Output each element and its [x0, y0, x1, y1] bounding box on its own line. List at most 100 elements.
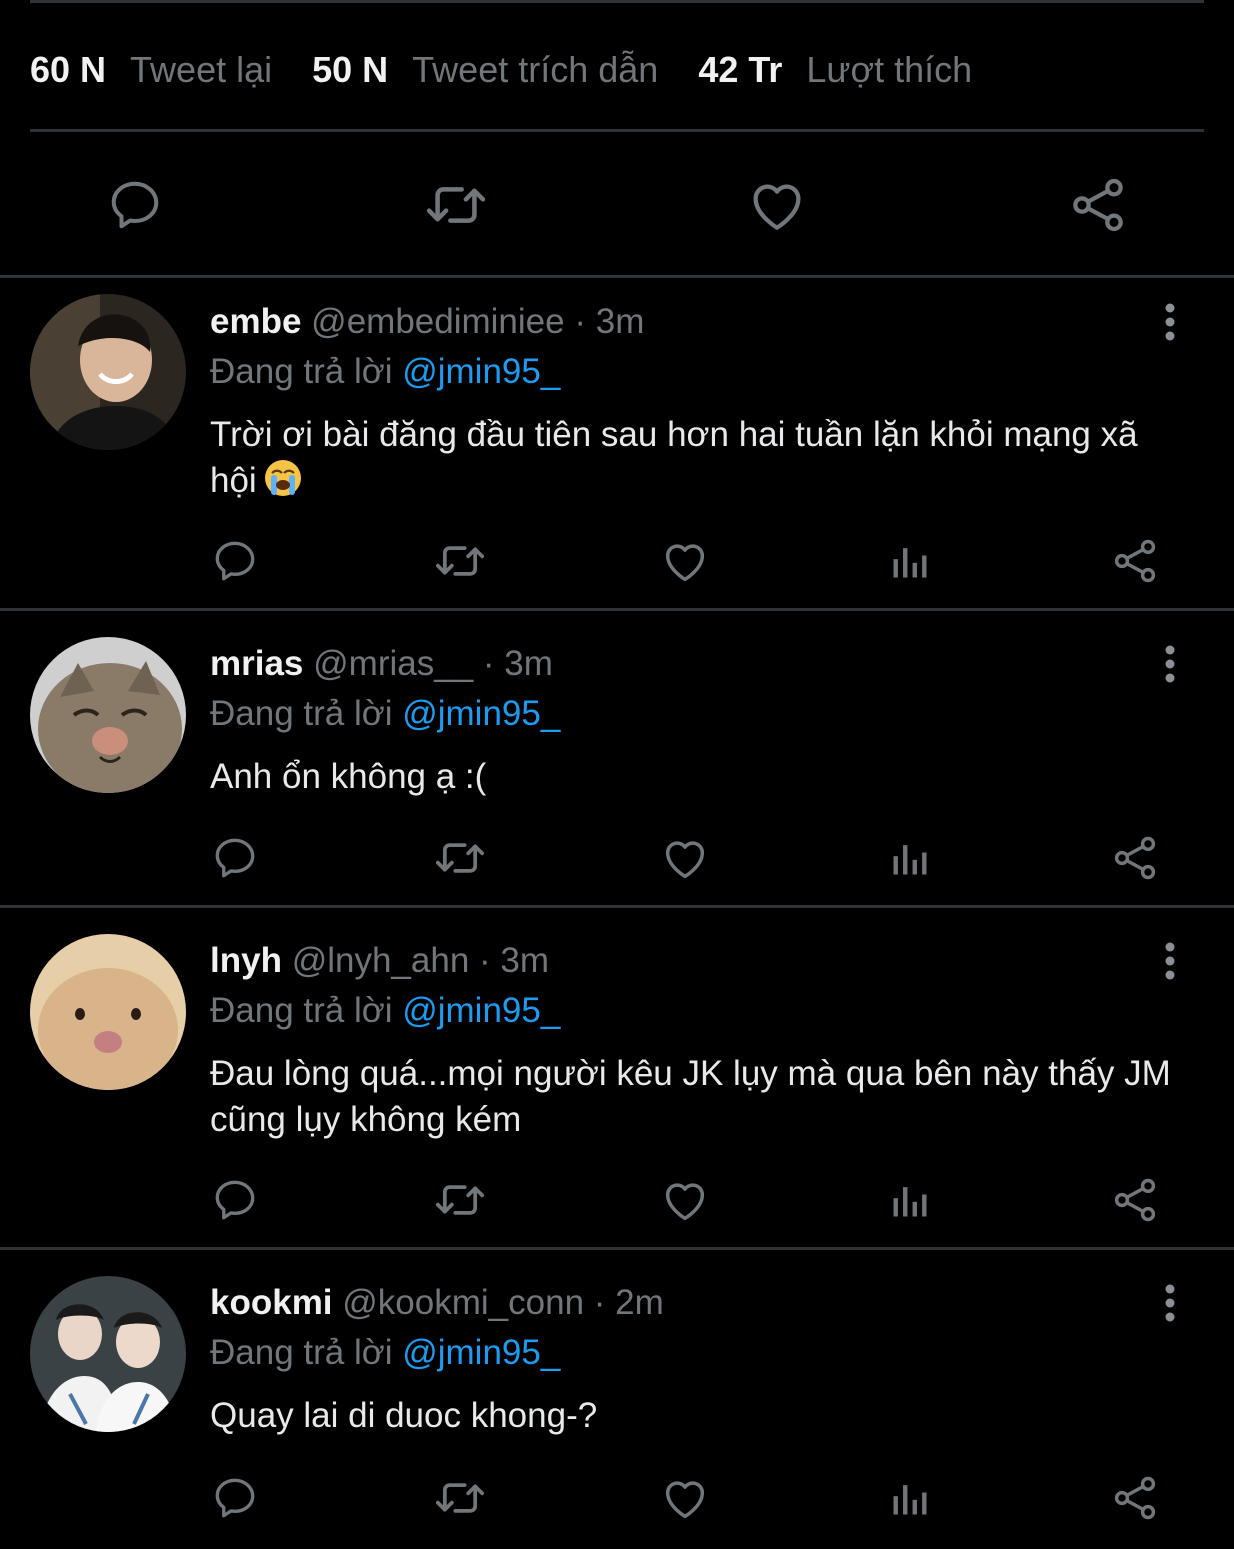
tweet-stats: 60 N Tweet lại 50 N Tweet trích dẫn 42 T… — [30, 42, 1012, 98]
quote-tweets-label[interactable]: Tweet trích dẫn — [412, 49, 658, 91]
mention-link[interactable]: @jmin95_ — [402, 352, 560, 391]
share-icon — [1114, 1178, 1156, 1222]
retweet-button[interactable] — [432, 1470, 488, 1526]
main-reply-button[interactable] — [95, 165, 175, 245]
loudly-crying-face-icon — [263, 458, 303, 510]
main-like-button[interactable] — [737, 165, 817, 245]
display-name[interactable]: embe — [210, 302, 301, 341]
retweet-button[interactable] — [432, 830, 488, 886]
avatar[interactable] — [30, 637, 186, 793]
reply-tweet[interactable]: lnyh @lnyh_ahn · 3m Đang trả lời @jmin95… — [0, 908, 1234, 1247]
reply-button[interactable] — [207, 1172, 263, 1228]
like-button[interactable] — [657, 1172, 713, 1228]
replying-label: Đang trả lời — [210, 352, 393, 391]
reply-button[interactable] — [207, 1470, 263, 1526]
like-icon — [665, 1481, 705, 1519]
retweet-button[interactable] — [432, 533, 488, 589]
likes-label[interactable]: Lượt thích — [806, 49, 972, 91]
separator-dot: · — [574, 302, 586, 341]
reply-action-bar — [0, 533, 1234, 589]
display-name[interactable]: kookmi — [210, 1283, 333, 1322]
main-retweet-button[interactable] — [416, 165, 496, 245]
share-icon — [1114, 1476, 1156, 1520]
comment-icon — [111, 181, 159, 229]
handle[interactable]: @kookmi_conn — [342, 1283, 584, 1322]
reply-header: lnyh @lnyh_ahn · 3m — [210, 939, 549, 983]
share-button[interactable] — [1107, 1470, 1163, 1526]
analytics-button[interactable] — [882, 1470, 938, 1526]
reply-icon — [215, 1478, 255, 1518]
share-button[interactable] — [1107, 533, 1163, 589]
like-icon — [665, 544, 705, 582]
top-divider — [30, 0, 1204, 3]
reply-text: Quay lai di duoc khong-? — [210, 1393, 1190, 1439]
retweets-count[interactable]: 60 N — [30, 49, 106, 91]
more-options-button[interactable] — [1148, 300, 1192, 344]
more-options-button[interactable] — [1148, 1281, 1192, 1325]
avatar[interactable] — [30, 934, 186, 1090]
timestamp[interactable]: 3m — [596, 302, 645, 341]
quote-tweets-count[interactable]: 50 N — [312, 49, 388, 91]
timestamp[interactable]: 2m — [615, 1283, 664, 1322]
share-button[interactable] — [1107, 830, 1163, 886]
main-share-button[interactable] — [1058, 165, 1138, 245]
reply-tweet[interactable]: embe @embediminiee · 3m Đang trả lời @jm… — [0, 278, 1234, 608]
like-button[interactable] — [657, 830, 713, 886]
handle[interactable]: @lnyh_ahn — [292, 941, 470, 980]
reply-text-content: Quay lai di duoc khong-? — [210, 1396, 598, 1435]
timestamp[interactable]: 3m — [500, 941, 549, 980]
replying-to: Đang trả lời @jmin95_ — [210, 1331, 560, 1375]
heart-icon — [753, 184, 801, 230]
analytics-button[interactable] — [882, 1172, 938, 1228]
retweet-icon — [435, 1185, 485, 1215]
avatar[interactable] — [30, 294, 186, 450]
replying-to: Đang trả lời @jmin95_ — [210, 350, 560, 394]
more-options-button[interactable] — [1148, 642, 1192, 686]
display-name[interactable]: mrias — [210, 644, 303, 683]
mention-link[interactable]: @jmin95_ — [402, 1333, 560, 1372]
share-icon — [1114, 836, 1156, 880]
like-button[interactable] — [657, 1470, 713, 1526]
separator-dot: · — [482, 644, 495, 683]
separator-dot: · — [593, 1283, 606, 1322]
replying-to: Đang trả lời @jmin95_ — [210, 692, 560, 736]
more-vertical-icon — [1165, 1284, 1175, 1322]
handle[interactable]: @embediminiee — [311, 302, 564, 341]
stats-divider — [30, 129, 1204, 132]
reply-button[interactable] — [207, 830, 263, 886]
more-options-button[interactable] — [1148, 939, 1192, 983]
display-name[interactable]: lnyh — [210, 941, 282, 980]
reply-tweet[interactable]: kookmi @kookmi_conn · 2m Đang trả lời @j… — [0, 1250, 1234, 1546]
replying-label: Đang trả lời — [210, 694, 393, 733]
like-icon — [665, 841, 705, 879]
reply-button[interactable] — [207, 533, 263, 589]
mention-link[interactable]: @jmin95_ — [402, 991, 560, 1030]
avatar[interactable] — [30, 1276, 186, 1432]
share-icon — [1073, 178, 1123, 232]
reply-tweet[interactable]: mrias @mrias__ · 3m Đang trả lời @jmin95… — [0, 611, 1234, 905]
mention-link[interactable]: @jmin95_ — [402, 694, 560, 733]
analytics-icon — [893, 548, 927, 578]
analytics-button[interactable] — [882, 830, 938, 886]
share-button[interactable] — [1107, 1172, 1163, 1228]
retweet-button[interactable] — [432, 1172, 488, 1228]
timestamp[interactable]: 3m — [504, 644, 553, 683]
like-icon — [665, 1183, 705, 1221]
handle[interactable]: @mrias__ — [313, 644, 473, 683]
tweet-action-bar — [0, 165, 1234, 245]
more-vertical-icon — [1165, 942, 1175, 980]
reply-text: Trời ơi bài đăng đầu tiên sau hơn hai tu… — [210, 412, 1190, 510]
separator-dot: · — [479, 941, 491, 980]
reply-text-content: Trời ơi bài đăng đầu tiên sau hơn hai tu… — [210, 415, 1138, 500]
reply-text-content: Đau lòng quá...mọi người kêu JK lụy mà q… — [210, 1054, 1171, 1139]
reply-header: kookmi @kookmi_conn · 2m — [210, 1281, 664, 1325]
reply-action-bar — [0, 1172, 1234, 1228]
share-icon — [1114, 539, 1156, 583]
reply-icon — [215, 838, 255, 878]
analytics-button[interactable] — [882, 533, 938, 589]
retweets-label[interactable]: Tweet lại — [130, 49, 272, 91]
analytics-icon — [893, 1187, 927, 1217]
retweet-icon — [426, 187, 486, 223]
like-button[interactable] — [657, 533, 713, 589]
likes-count[interactable]: 42 Tr — [698, 49, 782, 91]
